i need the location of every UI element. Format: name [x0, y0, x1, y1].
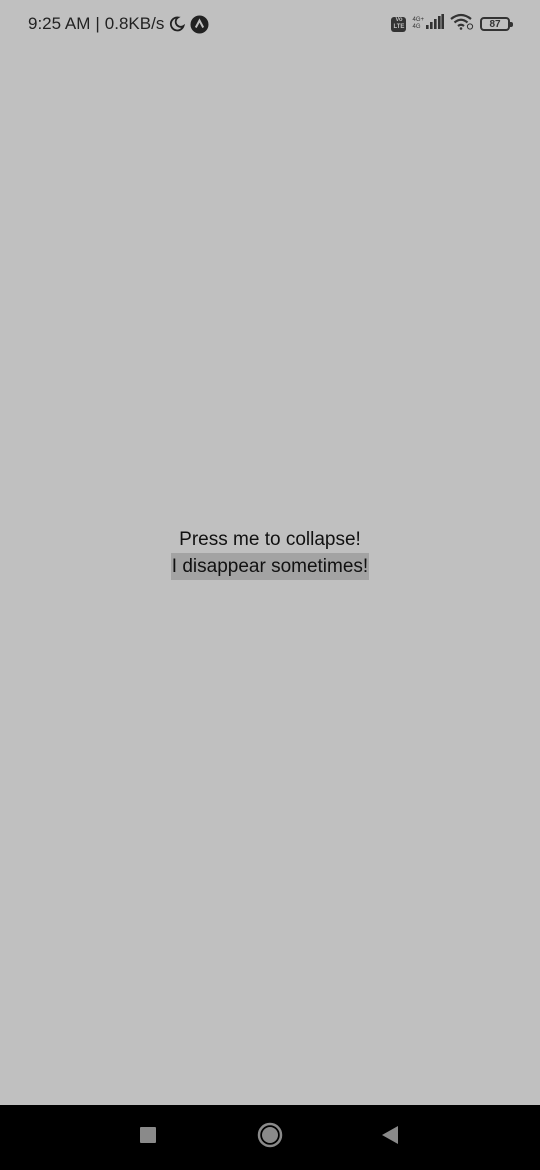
recents-button[interactable]	[118, 1105, 178, 1170]
moon-icon	[169, 16, 186, 32]
collapse-button[interactable]: Press me to collapse!	[179, 526, 361, 553]
signal-icon	[426, 14, 444, 34]
navigation-bar	[0, 1105, 540, 1170]
volte-label-bottom: LTE	[393, 24, 405, 30]
back-triangle-icon	[381, 1125, 399, 1150]
status-left: 9:25 AM | 0.8KB/s	[28, 12, 209, 36]
status-bar: 9:25 AM | 0.8KB/s Vo LTE 4G+ 4G 87	[0, 0, 540, 48]
battery-icon: 87	[480, 17, 513, 31]
main-content: Press me to collapse! I disappear someti…	[0, 526, 540, 580]
back-button[interactable]	[360, 1105, 420, 1170]
battery-level: 87	[489, 18, 501, 30]
network-type: 4G+ 4G	[412, 17, 424, 31]
network-speed: 0.8KB/s	[104, 14, 165, 33]
status-separator: |	[95, 14, 100, 33]
status-time: 9:25 AM	[28, 14, 91, 33]
network-type-bottom: 4G	[412, 24, 421, 30]
circle-icon	[257, 1122, 283, 1153]
status-right: Vo LTE 4G+ 4G 87	[391, 12, 513, 36]
square-icon	[139, 1126, 157, 1149]
wifi-icon	[450, 13, 474, 35]
app-notification-icon	[190, 15, 209, 34]
collapsible-text: I disappear sometimes!	[170, 553, 370, 580]
volte-label-top: Vo	[395, 17, 403, 23]
home-button[interactable]	[240, 1105, 300, 1170]
network-type-top: 4G+	[412, 17, 424, 23]
volte-icon: Vo LTE	[391, 16, 407, 32]
